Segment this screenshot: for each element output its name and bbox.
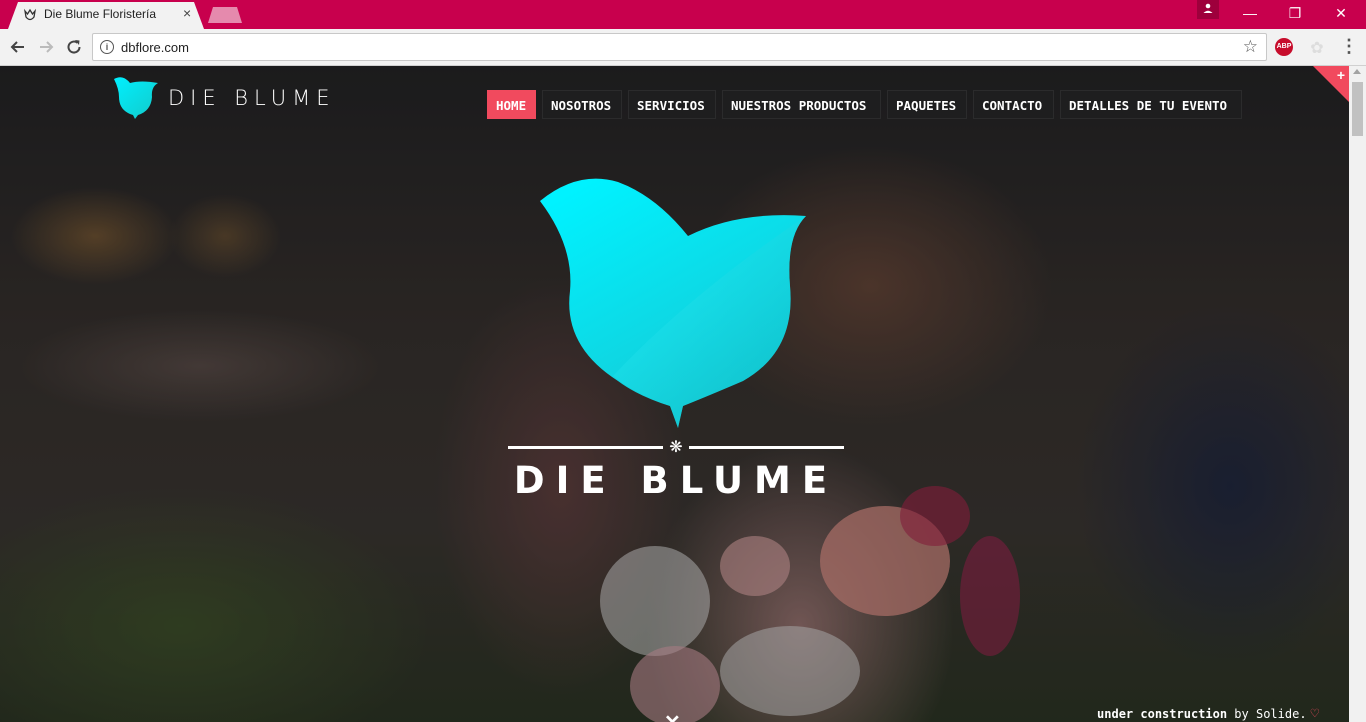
tulip-hero-logo-icon [540,178,806,428]
nav-item-paquetes[interactable]: PAQUETES [887,90,967,119]
tulip-logo-icon [114,77,158,119]
nav-item-detalles[interactable]: DETALLES DE TU EVENTO [1060,90,1242,119]
main-nav: HOME NOSOTROS SERVICIOS NUESTROS PRODUCT… [487,90,1247,119]
tab-title: Die Blume Floristería [44,7,157,21]
browser-toolbar: i dbflore.com ☆ ABP ✿ ⋮ [0,29,1366,66]
page-hero: DIE BLUME HOME NOSOTROS SERVICIOS NUESTR… [0,66,1349,722]
hero-rule-right [689,446,844,449]
adblock-icon[interactable]: ABP [1275,38,1293,56]
browser-titlebar: Die Blume Floristería × — ❐ ✕ [0,0,1366,29]
credit-line: under construction by Solide. ♡ [1097,706,1319,722]
tab-close-icon[interactable]: × [183,5,191,21]
credit-status: under construction [1097,707,1228,721]
scroll-down-chevron-icon[interactable]: ✕ [664,710,681,722]
extension-icon[interactable]: ✿ [1308,38,1326,57]
bookmark-star-icon[interactable]: ☆ [1243,37,1258,57]
plus-icon[interactable]: + [1337,67,1345,83]
reload-icon[interactable] [64,37,84,57]
hero-rule-left [508,446,663,449]
site-info-icon[interactable]: i [100,40,114,54]
credit-author[interactable]: by Solide. [1227,707,1306,721]
profile-icon[interactable] [1197,0,1219,19]
address-bar[interactable]: i dbflore.com ☆ [92,33,1267,61]
forward-arrow-icon[interactable] [36,37,56,57]
close-window-icon[interactable]: ✕ [1327,4,1355,24]
nav-item-nuestros-productos[interactable]: NUESTROS PRODUCTOS [722,90,881,119]
scrollbar-thumb[interactable] [1352,82,1363,136]
scroll-up-arrow-icon[interactable] [1353,69,1361,74]
new-tab-button[interactable] [208,7,242,23]
flower-favicon-icon [23,8,37,21]
minimize-icon[interactable]: — [1236,4,1264,24]
nav-item-nosotros[interactable]: NOSOTROS [542,90,622,119]
nav-item-servicios[interactable]: SERVICIOS [628,90,716,119]
flower-ornament-icon: ❋ [669,439,683,456]
hero-title: DIE BLUME [513,459,839,502]
url-text[interactable]: dbflore.com [121,40,189,55]
restore-icon[interactable]: ❐ [1281,4,1309,24]
back-arrow-icon[interactable] [8,37,28,57]
heart-icon: ♡ [1310,706,1319,722]
nav-item-contacto[interactable]: CONTACTO [973,90,1054,119]
page-scrollbar[interactable] [1349,66,1366,722]
chrome-menu-icon[interactable]: ⋮ [1340,37,1358,57]
site-logo-text: DIE BLUME [168,86,336,110]
nav-item-home[interactable]: HOME [487,90,536,119]
site-logo[interactable]: DIE BLUME [113,75,363,120]
